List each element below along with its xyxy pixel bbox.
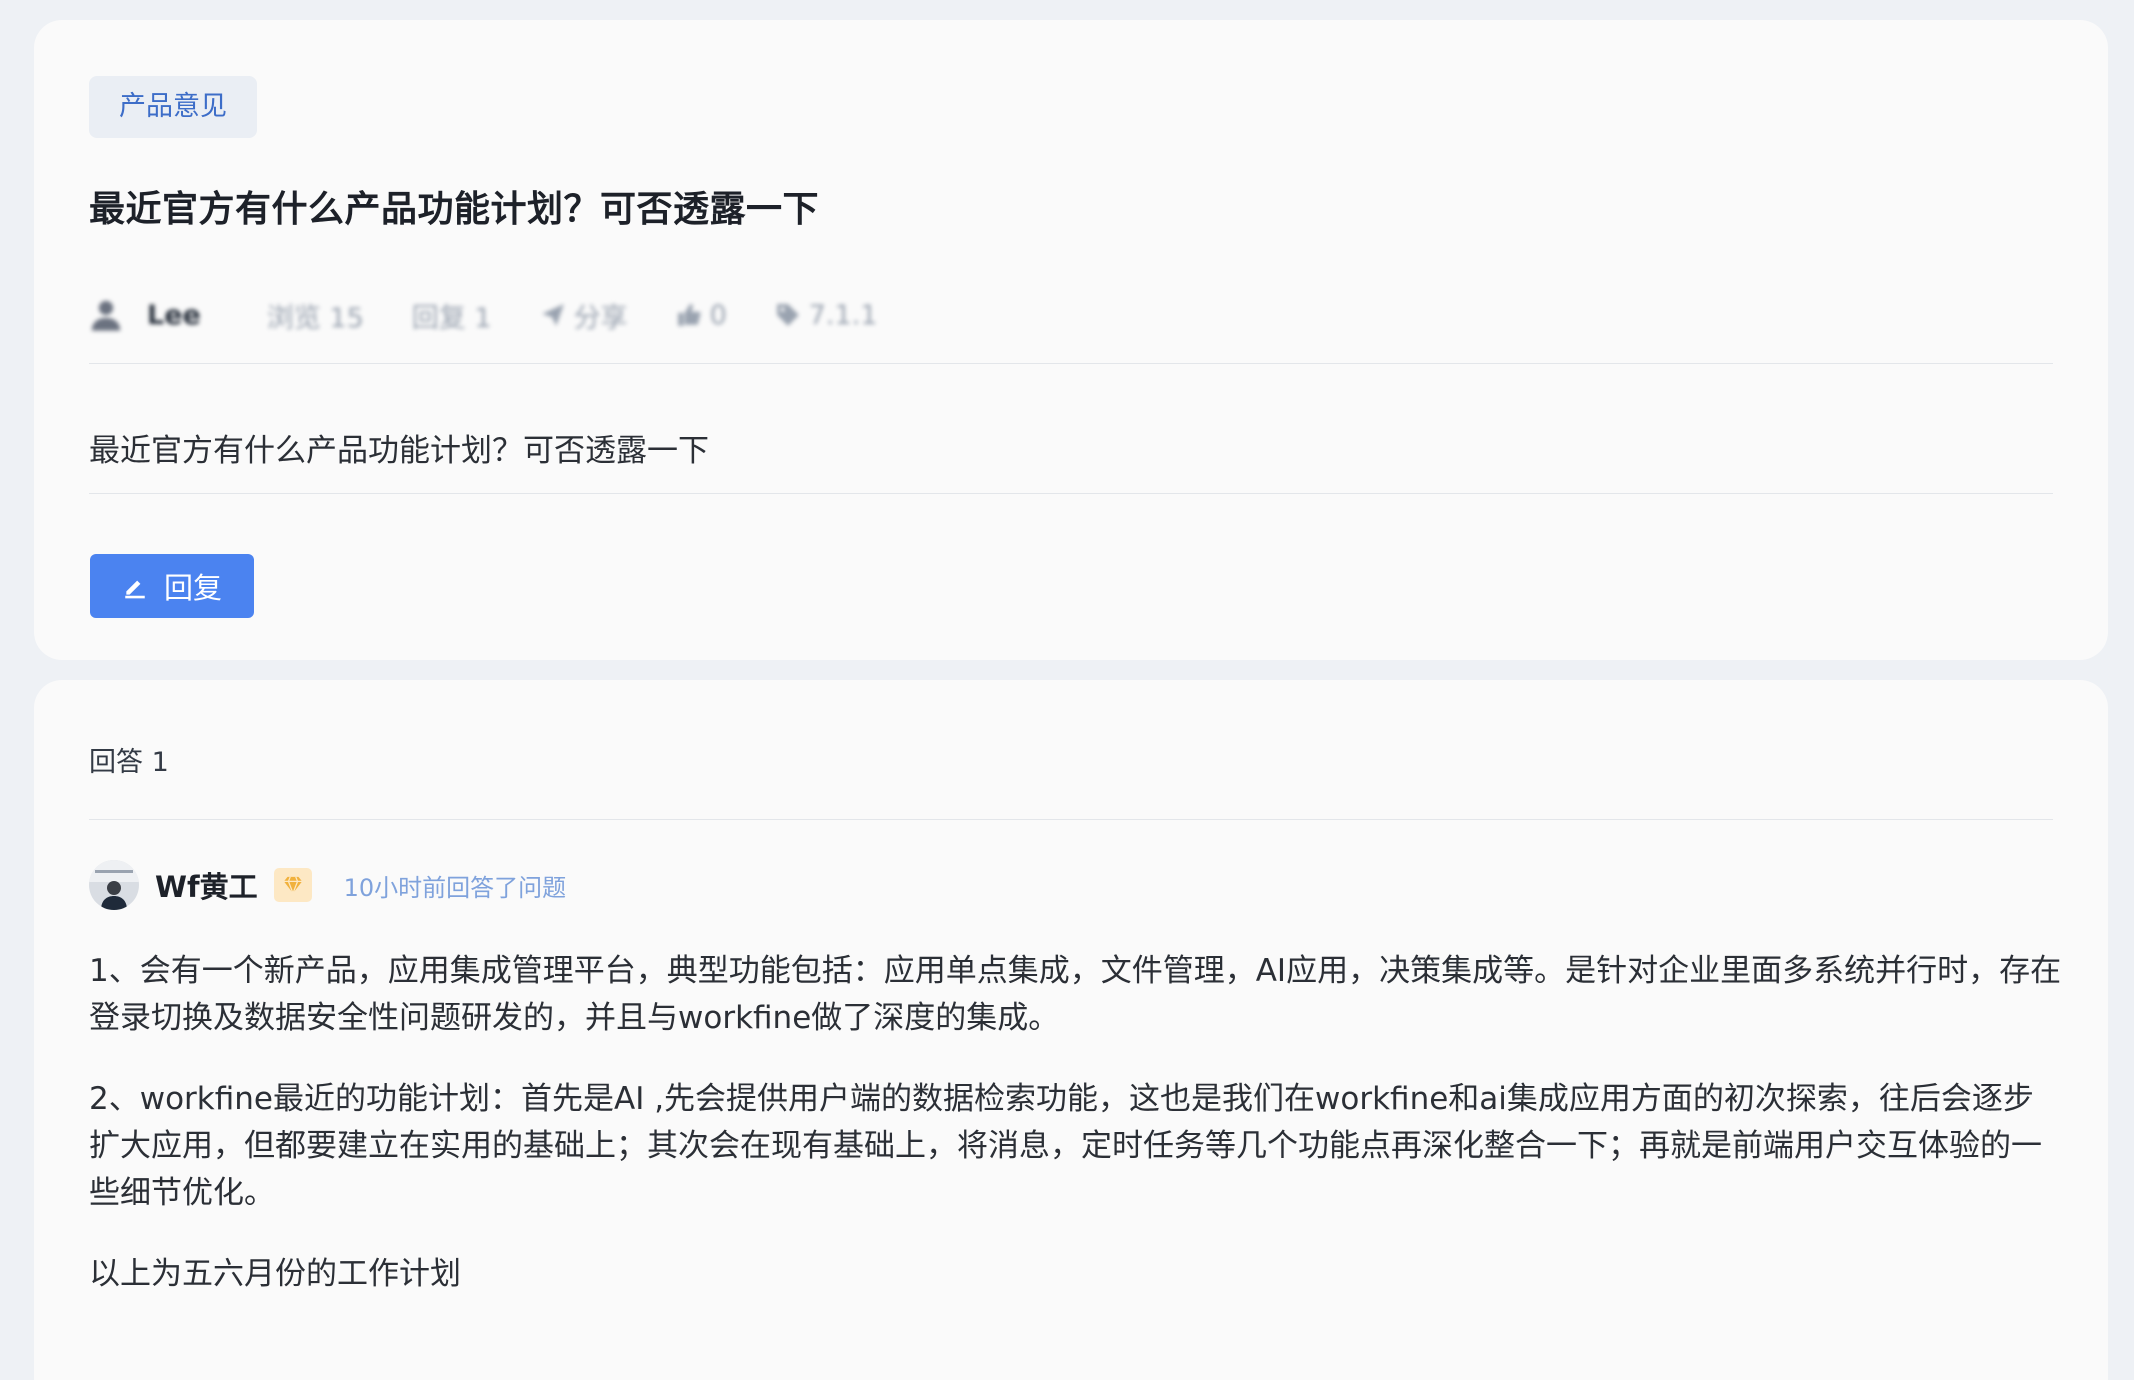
question-author[interactable]: Lee [89,298,201,332]
divider [89,363,2053,364]
answers-card: 回答 1 Wf黄工 10小时前回答了问题 1、会有一个新产品，应用集成管理平台，… [34,680,2108,1380]
answer-time: 10小时前回答了问题 [343,873,567,902]
question-card: 产品意见 最近官方有什么产品功能计划？可否透露一下 Lee 浏览 15 回复 1… [34,20,2108,660]
send-icon [541,304,564,326]
like-action[interactable]: 0 [676,300,727,331]
question-body: 最近官方有什么产品功能计划？可否透露一下 [89,433,709,469]
question-title: 最近官方有什么产品功能计划？可否透露一下 [89,189,820,230]
reply-button-label: 回复 [163,571,222,605]
like-count: 0 [709,299,727,331]
share-label: 分享 [573,302,628,334]
share-action[interactable]: 分享 [540,296,628,335]
answer-content: 1、会有一个新产品，应用集成管理平台，典型功能包括：应用单点集成，文件管理，AI… [89,948,2064,1332]
answer-paragraph: 1、会有一个新产品，应用集成管理平台，典型功能包括：应用单点集成，文件管理，AI… [89,953,2062,1036]
question-meta: Lee 浏览 15 回复 1 分享 0 7.1.1 [89,285,925,345]
version-label: 7.1.1 [808,299,878,331]
category-tag[interactable]: 产品意见 [89,76,257,138]
avatar[interactable] [89,860,139,910]
thumbs-up-icon [677,304,701,326]
answer-paragraph: 2、workfine最近的功能计划：首先是AI ,先会提供用户端的数据检索功能，… [89,1081,2042,1211]
pencil-icon [125,580,145,599]
version-tag: 7.1.1 [775,299,878,331]
answers-count: 回答 1 [89,747,169,778]
answer-header: Wf黄工 10小时前回答了问题 [89,860,566,910]
reply-button[interactable]: 回复 [90,554,254,618]
answer-author[interactable]: Wf黄工 [155,864,258,906]
replies-count: 回复 1 [411,302,492,334]
divider [89,819,2053,820]
diamond-icon [283,876,302,895]
user-icon [91,300,121,331]
divider [89,493,2053,494]
tag-icon [776,304,799,326]
views-count: 浏览 15 [266,302,364,334]
question-author-name: Lee [147,299,201,331]
vip-badge [273,868,312,902]
answer-paragraph: 以上为五六月份的工作计划 [89,1256,461,1292]
